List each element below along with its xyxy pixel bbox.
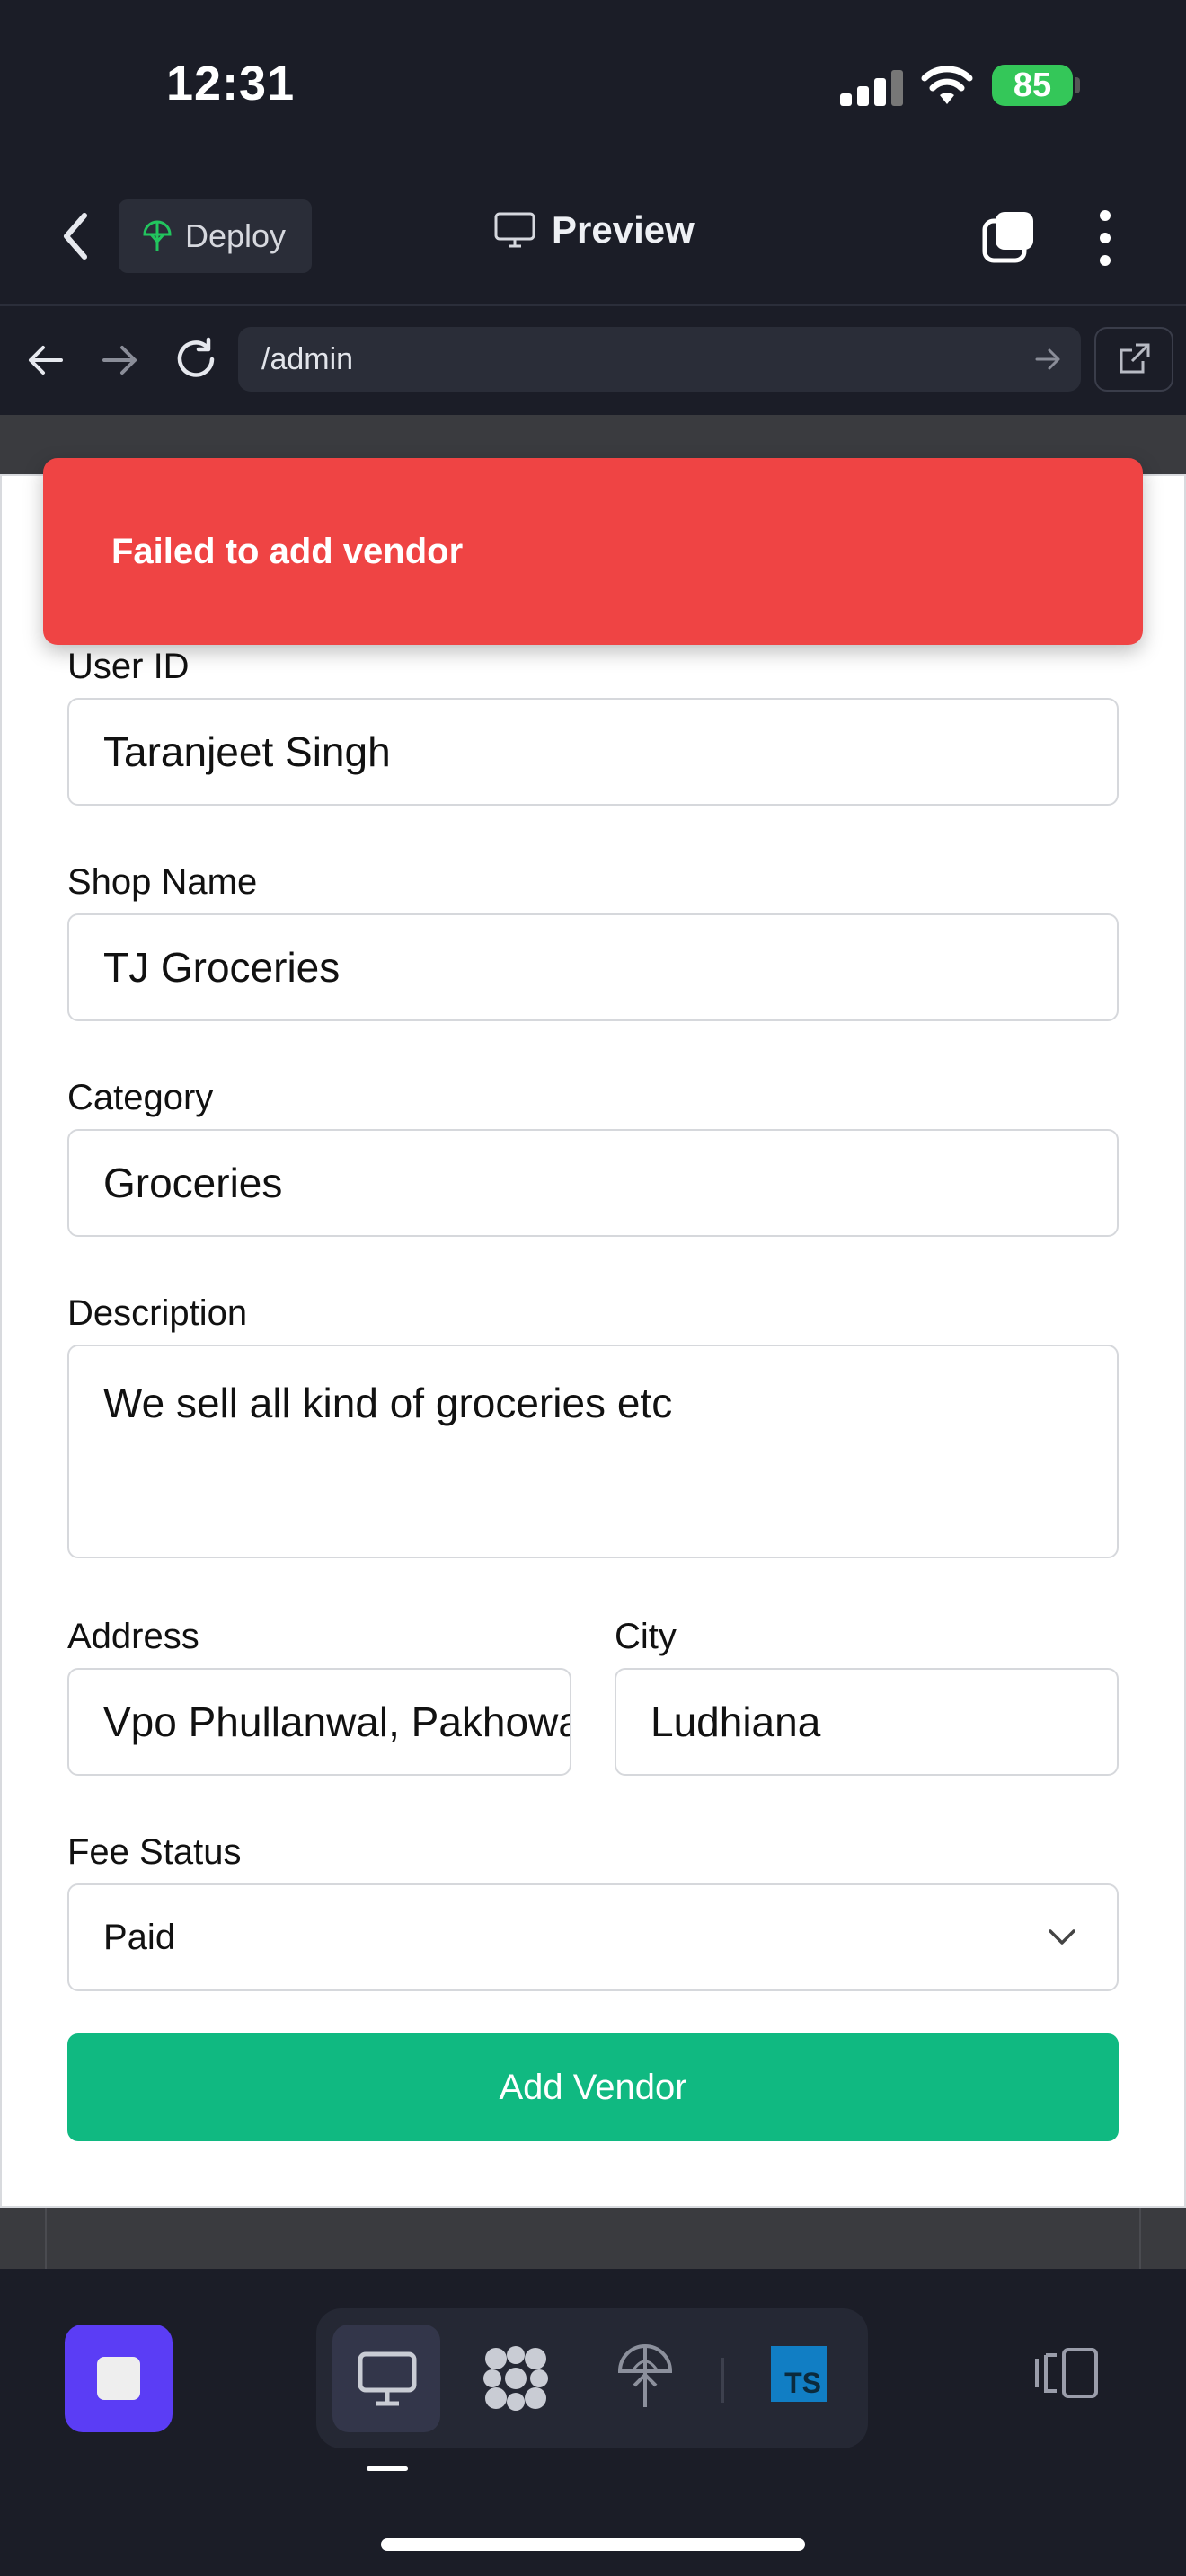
city-label: City xyxy=(615,1617,677,1656)
user-id-label: User ID xyxy=(67,647,190,686)
description-label: Description xyxy=(67,1293,248,1333)
deploy-icon xyxy=(143,220,172,251)
monitor-icon xyxy=(494,212,535,248)
description-value: We sell all kind of groceries etc xyxy=(103,1380,673,1426)
tool-separator xyxy=(721,2358,724,2403)
url-go-arrow-icon[interactable] xyxy=(1033,345,1062,374)
browser-back-icon[interactable] xyxy=(25,340,66,381)
address-value: Vpo Phullanwal, Pakhowal xyxy=(103,1698,571,1745)
status-time: 12:31 xyxy=(166,57,296,110)
page-bottom-edge xyxy=(45,2208,1141,2271)
typescript-file-icon[interactable]: TS xyxy=(771,2346,827,2402)
address-label: Address xyxy=(67,1617,199,1656)
preview-tab[interactable]: Preview xyxy=(494,208,695,251)
deploy-tool-icon[interactable] xyxy=(616,2342,674,2411)
browser-forward-icon[interactable] xyxy=(99,340,140,381)
nodes-tool-icon[interactable] xyxy=(480,2342,552,2414)
fee-status-label: Fee Status xyxy=(67,1832,242,1872)
deploy-label: Deploy xyxy=(185,217,287,254)
user-id-value: Taranjeet Singh xyxy=(103,728,391,775)
fee-status-value: Paid xyxy=(103,1917,176,1957)
stop-button[interactable] xyxy=(65,2325,173,2432)
monitor-tool-icon xyxy=(358,2351,417,2406)
more-options-icon[interactable] xyxy=(1096,208,1114,268)
city-value: Ludhiana xyxy=(651,1698,821,1745)
add-vendor-button[interactable]: Add Vendor xyxy=(67,2033,1119,2141)
deploy-button[interactable]: Deploy xyxy=(119,199,312,273)
active-tool-indicator xyxy=(367,2466,408,2471)
url-bar[interactable]: /admin xyxy=(238,327,1081,392)
shop-name-label: Shop Name xyxy=(67,862,258,902)
layout-toggle-icon[interactable] xyxy=(1033,2346,1102,2400)
shop-name-value: TJ Groceries xyxy=(103,944,341,991)
external-link-icon xyxy=(1120,343,1150,374)
home-indicator[interactable] xyxy=(381,2538,805,2551)
category-field[interactable]: Groceries xyxy=(67,1129,1119,1237)
address-field[interactable]: Vpo Phullanwal, Pakhowal xyxy=(67,1668,571,1776)
preview-label: Preview xyxy=(552,208,695,251)
url-text: /admin xyxy=(261,341,354,376)
add-vendor-label: Add Vendor xyxy=(499,2067,687,2107)
cellular-signal-icon xyxy=(840,68,903,106)
fee-status-select[interactable]: Paid xyxy=(67,1883,1119,1991)
open-external-button[interactable] xyxy=(1094,327,1173,392)
app-bar-divider xyxy=(0,304,1186,306)
error-toast-message: Failed to add vendor xyxy=(111,531,464,571)
battery-indicator: 85 xyxy=(992,65,1073,106)
user-id-field[interactable]: Taranjeet Singh xyxy=(67,698,1119,806)
category-value: Groceries xyxy=(103,1160,283,1206)
back-chevron-icon[interactable] xyxy=(54,205,97,268)
chevron-down-icon xyxy=(1049,1929,1075,1945)
city-field[interactable]: Ludhiana xyxy=(615,1668,1119,1776)
battery-cap xyxy=(1075,77,1080,93)
shop-name-field[interactable]: TJ Groceries xyxy=(67,913,1119,1021)
reload-icon[interactable] xyxy=(173,336,219,383)
stop-icon xyxy=(97,2357,140,2400)
tabs-icon[interactable] xyxy=(981,208,1037,264)
category-label: Category xyxy=(67,1078,214,1117)
description-textarea[interactable]: We sell all kind of groceries etc xyxy=(67,1345,1119,1558)
error-toast[interactable]: Failed to add vendor xyxy=(43,458,1143,645)
wifi-icon xyxy=(921,66,973,104)
